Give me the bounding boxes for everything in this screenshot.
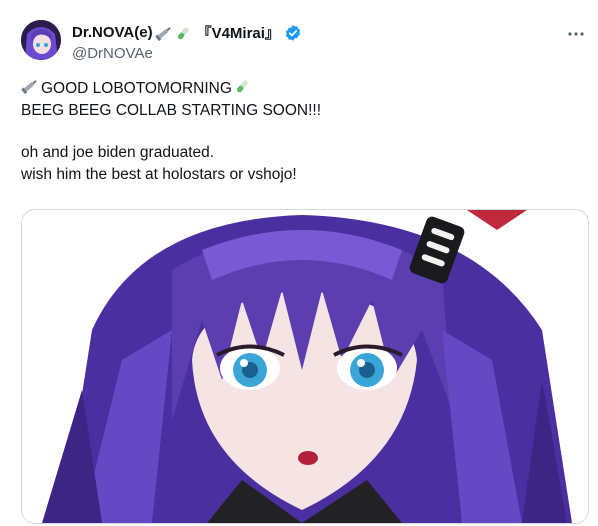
test-tube-icon [175,25,191,41]
tweet-text-content: wish him the best at holostars or vshojo… [21,166,297,183]
avatar[interactable] [21,20,61,60]
author-name-row[interactable]: Dr.NOVA(e) 『V4Mirai』 [72,22,302,43]
purple-haired-avatar-icon [21,20,61,60]
syringe-icon [154,25,173,41]
more-options-button[interactable] [566,24,586,44]
tweet-text-line: oh and joe biden graduated. [21,142,581,164]
more-dots-icon [568,32,584,36]
tweet-text: GOOD LOBOTOMORNING BEEG BEEG COLLAB STAR… [21,78,581,186]
tweet-text-content: oh and joe biden graduated. [21,144,215,161]
tweet-text-line: BEEG BEEG COLLAB STARTING SOON!!! [21,100,581,122]
display-name[interactable]: Dr.NOVA(e) [72,24,153,41]
tweet-text-line: GOOD LOBOTOMORNING [21,78,581,100]
test-tube-icon [234,78,250,101]
tweet-text-content: BEEG BEEG COLLAB STARTING SOON!!! [21,102,322,119]
tweet-text-content: GOOD LOBOTOMORNING [41,80,232,97]
tweet-media-image[interactable] [21,209,589,524]
anime-character-art-icon [22,210,588,523]
tweet-text-line: wish him the best at holostars or vshojo… [21,164,581,186]
display-name-suffix: 『V4Mirai』 [196,25,280,42]
author-handle[interactable]: @DrNOVAe [72,45,153,62]
verified-badge-icon [284,24,302,42]
syringe-icon [21,78,39,101]
